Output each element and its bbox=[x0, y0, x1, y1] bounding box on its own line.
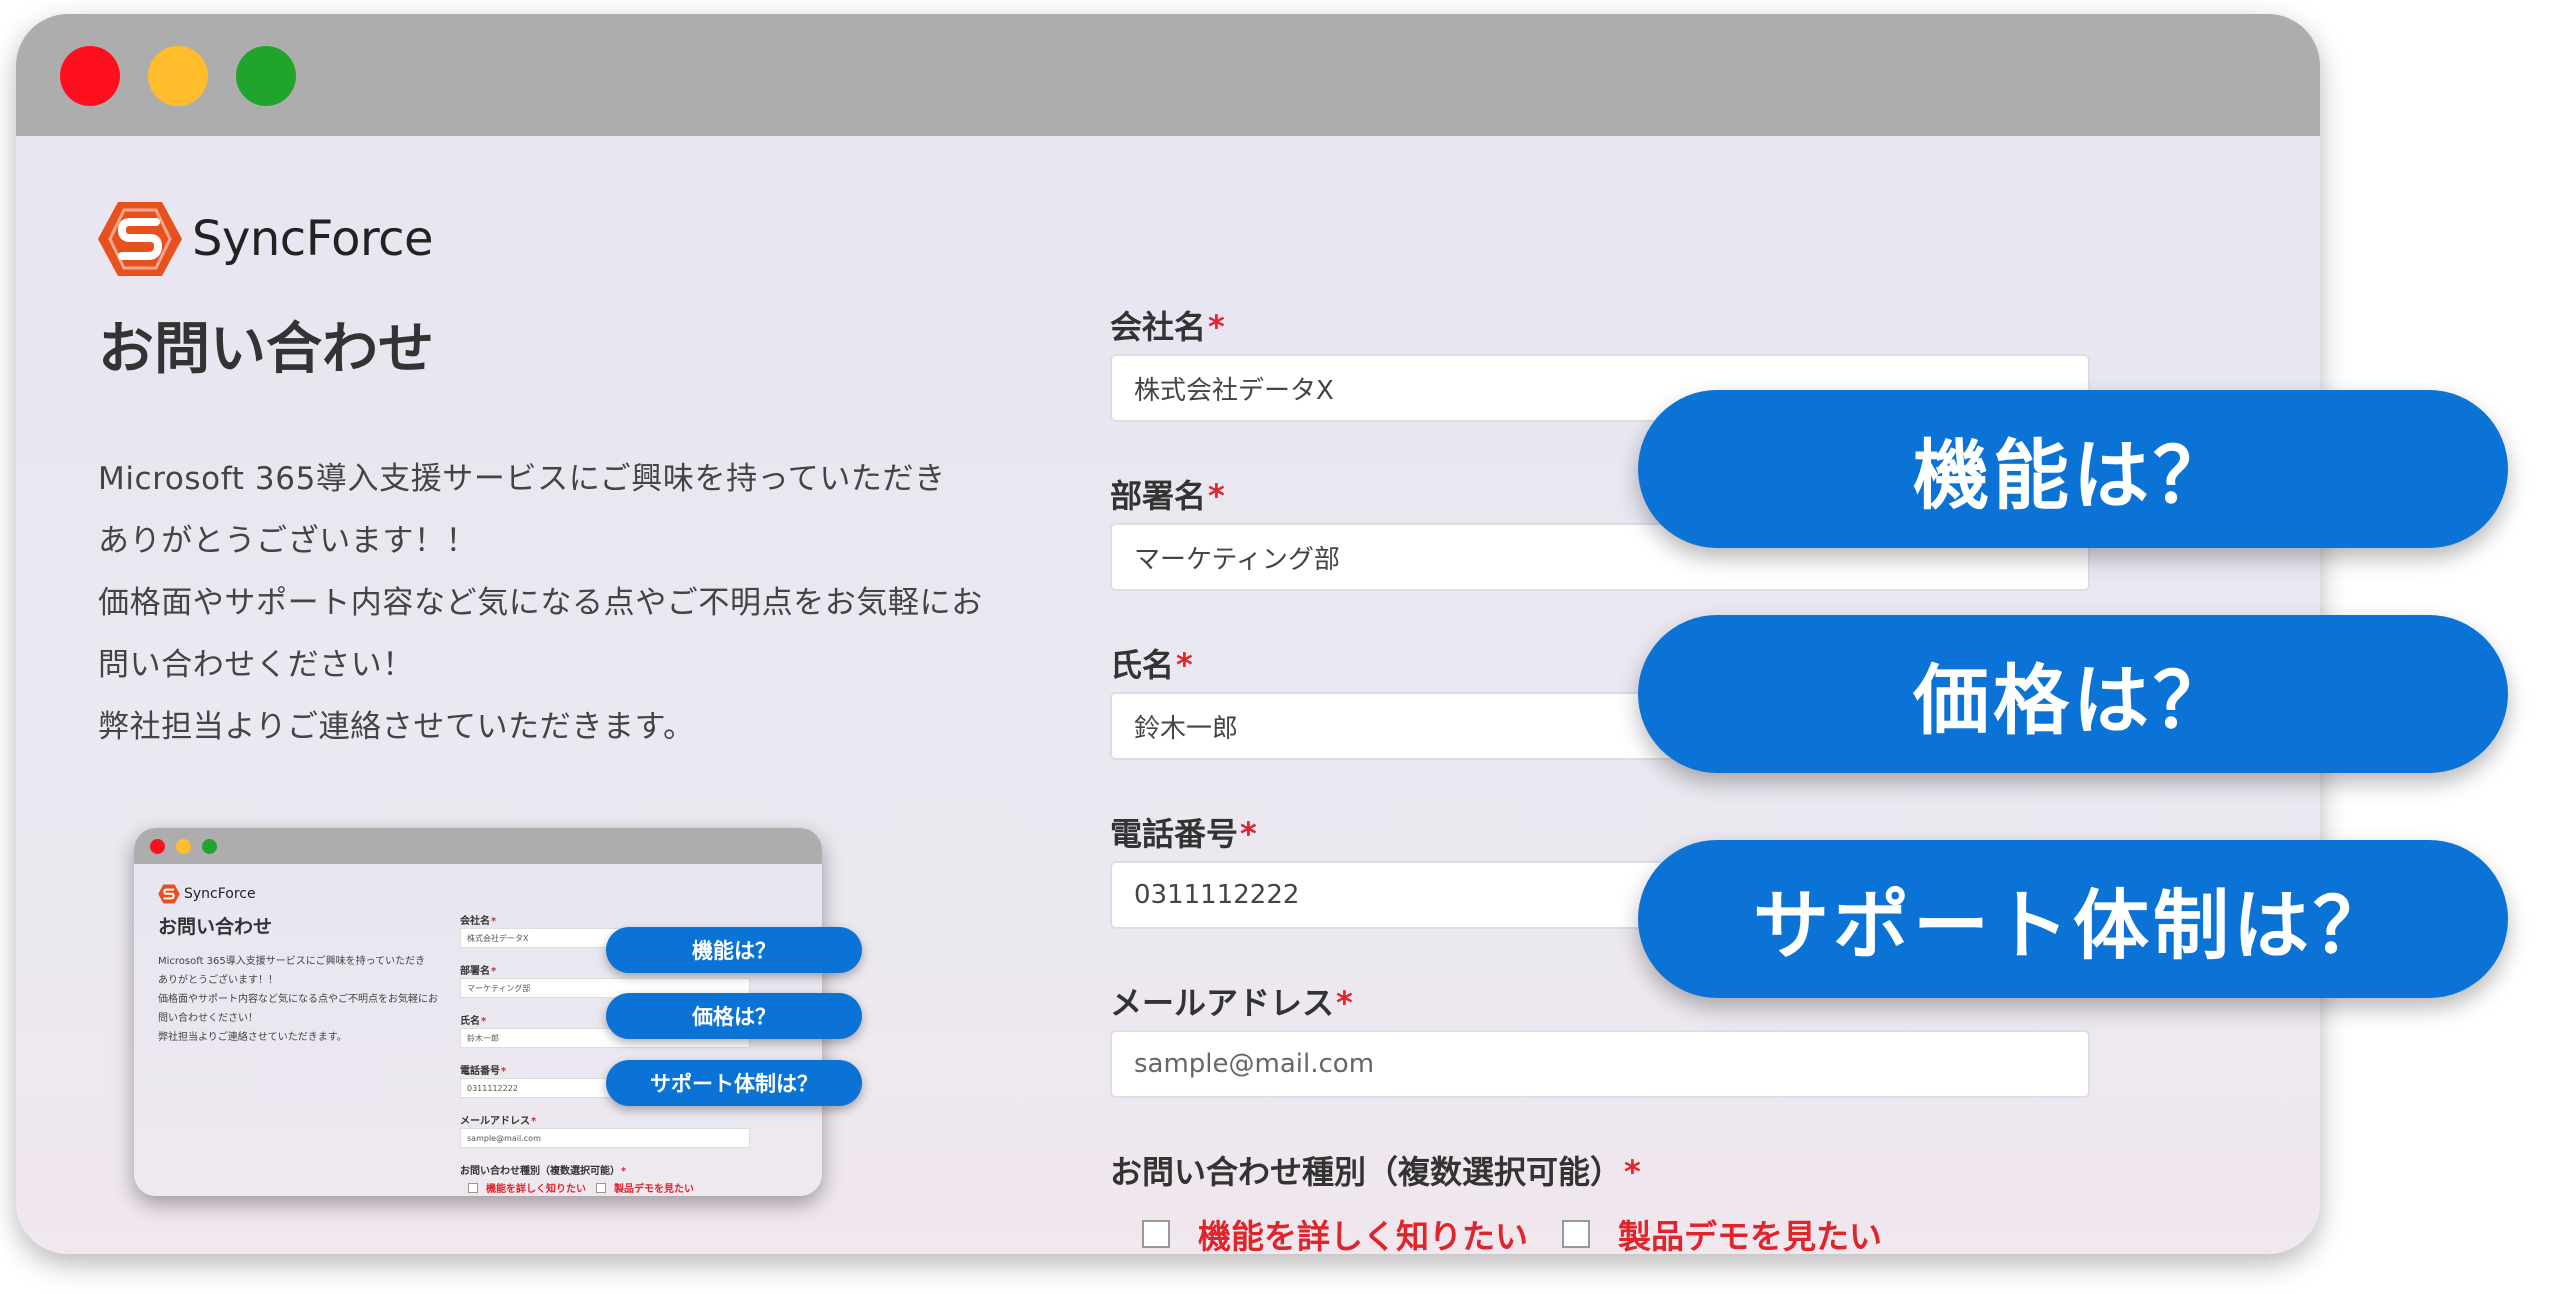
intro-line: Microsoft 365導入支援サービスにご興味を持っていただき bbox=[98, 461, 946, 497]
required-mark: * bbox=[621, 1166, 627, 1177]
required-mark: * bbox=[1336, 984, 1353, 1022]
mini-intro-line: 弊社担当よりご連絡させていただきます。 bbox=[158, 1032, 347, 1043]
intro-text: Microsoft 365導入支援サービスにご興味を持っていただき ありがとうご… bbox=[98, 448, 1048, 758]
callout-support: サポート体制は？ bbox=[1638, 840, 2508, 998]
required-mark: * bbox=[491, 966, 497, 977]
syncforce-logo-icon bbox=[158, 884, 180, 904]
close-window-button[interactable] bbox=[60, 46, 120, 106]
required-mark: * bbox=[1240, 815, 1257, 853]
intro-line: ありがとうございます！！ bbox=[98, 523, 478, 559]
inquiry-type-options: 機能を詳しく知りたい 製品デモを見たい bbox=[1142, 1210, 1916, 1254]
name-label-text: 氏名 bbox=[1110, 646, 1175, 684]
mini-inquiry-label: お問い合わせ種別（複数選択可能）* bbox=[460, 1162, 626, 1177]
brand-name: SyncForce bbox=[192, 211, 434, 267]
mini-department-label: 部署名* bbox=[460, 962, 496, 977]
mini-name-label: 氏名* bbox=[460, 1012, 486, 1027]
mini-label-text: 氏名 bbox=[460, 1016, 480, 1027]
mini-checkbox bbox=[596, 1182, 606, 1193]
mini-label-text: 電話番号 bbox=[460, 1066, 500, 1077]
syncforce-logo-icon bbox=[98, 202, 182, 276]
mini-intro-text: Microsoft 365導入支援サービスにご興味を持っていただき ありがとうご… bbox=[158, 952, 438, 1047]
phone-label-text: 電話番号 bbox=[1110, 815, 1239, 853]
mini-checkbox bbox=[468, 1182, 478, 1193]
department-label: 部署名* bbox=[1110, 471, 1225, 517]
mini-intro-line: ありがとうございます！！ bbox=[158, 975, 278, 986]
mini-intro-line: 問い合わせください！ bbox=[158, 1013, 258, 1024]
required-mark: * bbox=[1208, 308, 1225, 346]
mini-option-label: 機能を詳しく知りたい bbox=[486, 1184, 586, 1195]
intro-line: 弊社担当よりご連絡させていただきます。 bbox=[98, 709, 695, 745]
callout-features: 機能は？ bbox=[1638, 390, 2508, 548]
mini-brand-logo: SyncForce bbox=[158, 884, 256, 904]
company-label-text: 会社名 bbox=[1110, 308, 1207, 346]
required-mark: * bbox=[501, 1066, 507, 1077]
mini-callout-features: 機能は？ bbox=[606, 927, 862, 973]
mini-intro-line: Microsoft 365導入支援サービスにご興味を持っていただき bbox=[158, 956, 426, 967]
phone-label: 電話番号* bbox=[1110, 809, 1257, 855]
minimize-window-button[interactable] bbox=[148, 46, 208, 106]
required-mark: * bbox=[1208, 477, 1225, 515]
email-label: メールアドレス* bbox=[1110, 978, 1353, 1024]
mini-company-label: 会社名* bbox=[460, 912, 496, 927]
mini-option-label: 製品デモを見たい bbox=[614, 1184, 694, 1195]
mini-maximize-dot bbox=[202, 839, 217, 854]
callout-price: 価格は？ bbox=[1638, 615, 2508, 773]
mini-close-dot bbox=[150, 839, 165, 854]
inquiry-type-label-text: お問い合わせ種別（複数選択可能） bbox=[1110, 1153, 1623, 1191]
mini-intro-line: 価格面やサポート内容など気になる点やご不明点をお気軽にお bbox=[158, 994, 438, 1005]
mini-minimize-dot bbox=[176, 839, 191, 854]
required-mark: * bbox=[531, 1116, 537, 1127]
mini-label-text: 会社名 bbox=[460, 916, 490, 927]
required-mark: * bbox=[491, 916, 497, 927]
mini-callout-support: サポート体制は？ bbox=[606, 1060, 862, 1106]
mini-email-label: メールアドレス* bbox=[460, 1112, 536, 1127]
option-label[interactable]: 製品デモを見たい bbox=[1618, 1210, 1882, 1254]
brand-logo[interactable]: SyncForce bbox=[98, 200, 434, 278]
mini-label-text: メールアドレス bbox=[460, 1116, 530, 1127]
mini-label-text: 部署名 bbox=[460, 966, 490, 977]
mini-brand-name: SyncForce bbox=[184, 886, 256, 902]
window-titlebar bbox=[16, 14, 2320, 136]
email-input[interactable]: sample@mail.com bbox=[1110, 1030, 2090, 1098]
mini-callout-price: 価格は？ bbox=[606, 993, 862, 1039]
checkbox-feature-details[interactable] bbox=[1142, 1220, 1170, 1248]
required-mark: * bbox=[1624, 1153, 1641, 1191]
option-label[interactable]: 機能を詳しく知りたい bbox=[1198, 1210, 1528, 1254]
email-label-text: メールアドレス bbox=[1110, 984, 1335, 1022]
mini-email-input: sample@mail.com bbox=[460, 1128, 750, 1148]
mini-titlebar bbox=[134, 828, 822, 864]
mini-page-title: お問い合わせ bbox=[158, 916, 273, 938]
required-mark: * bbox=[1176, 646, 1193, 684]
company-label: 会社名* bbox=[1110, 302, 1225, 348]
intro-line: 価格面やサポート内容など気になる点やご不明点をお気軽にお bbox=[98, 585, 983, 621]
intro-line: 問い合わせください！ bbox=[98, 647, 414, 683]
checkbox-product-demo[interactable] bbox=[1562, 1220, 1590, 1248]
inquiry-type-label: お問い合わせ種別（複数選択可能）* bbox=[1110, 1147, 1641, 1193]
maximize-window-button[interactable] bbox=[236, 46, 296, 106]
page-title: お問い合わせ bbox=[98, 317, 434, 382]
mini-label-text: お問い合わせ種別（複数選択可能） bbox=[460, 1166, 620, 1177]
department-label-text: 部署名 bbox=[1110, 477, 1207, 515]
mini-inquiry-options: 機能を詳しく知りたい 製品デモを見たい bbox=[468, 1180, 694, 1195]
mini-phone-label: 電話番号* bbox=[460, 1062, 506, 1077]
required-mark: * bbox=[481, 1016, 487, 1027]
name-label: 氏名* bbox=[1110, 640, 1193, 686]
